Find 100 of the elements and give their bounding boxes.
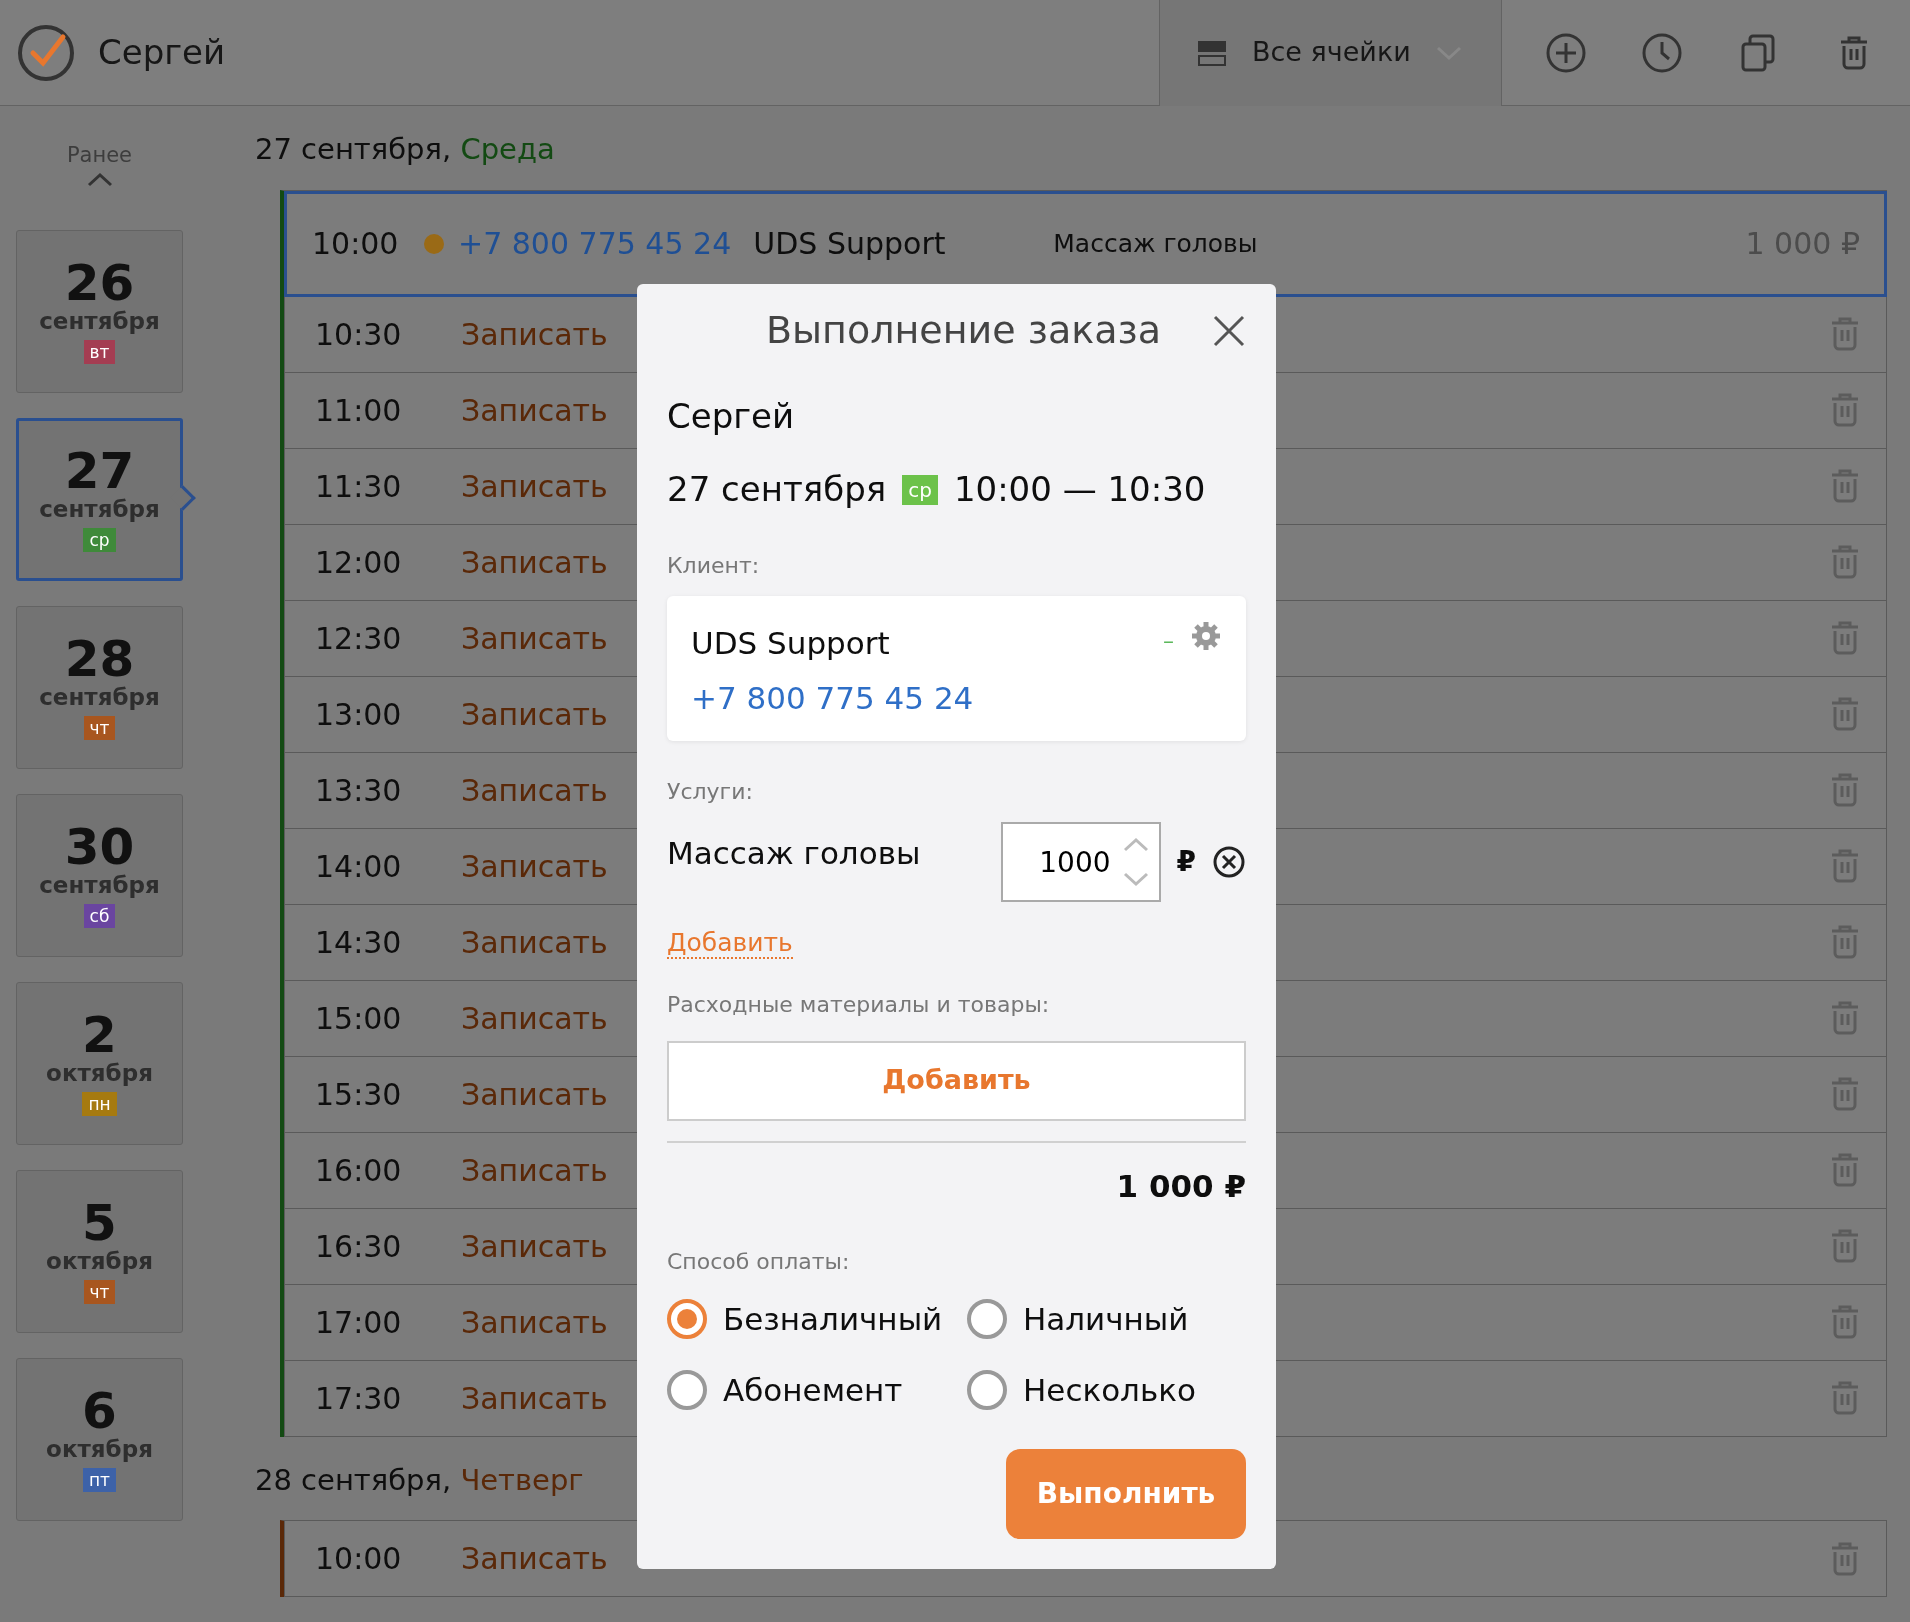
day-card[interactable]: 30 сентября сб xyxy=(16,793,183,957)
clock-icon[interactable] xyxy=(1641,31,1683,74)
day-card[interactable]: 28 сентября чт xyxy=(16,605,183,769)
day-number: 6 xyxy=(82,1386,117,1437)
day-number: 26 xyxy=(64,258,135,309)
time-label: 10:00 xyxy=(315,1540,403,1578)
time-label: 16:00 xyxy=(315,1151,403,1190)
book-link[interactable]: Записать xyxy=(461,1223,608,1269)
radio-label[interactable]: Несколько xyxy=(1023,1366,1196,1413)
month-label: сентября xyxy=(39,496,160,524)
plus-circle-icon[interactable] xyxy=(1545,31,1587,74)
day-card[interactable]: 26 сентября вт xyxy=(16,229,183,393)
close-icon[interactable] xyxy=(1212,313,1246,348)
time-label: 14:00 xyxy=(315,847,403,886)
book-link[interactable]: Записать xyxy=(461,995,608,1041)
phone-link[interactable]: +7 800 775 45 24 xyxy=(691,674,1222,721)
book-link[interactable]: Записать xyxy=(461,691,608,737)
day-number: 28 xyxy=(64,634,135,685)
radio-button[interactable] xyxy=(967,1299,1007,1340)
client-name: UDS Support xyxy=(691,624,891,663)
radio-label[interactable]: Безналичный xyxy=(723,1296,943,1343)
weekday-tag: ср xyxy=(902,474,938,505)
month-label: сентября xyxy=(39,308,160,336)
month-label: сентября xyxy=(39,684,160,712)
book-link[interactable]: Записать xyxy=(461,1071,608,1117)
time-label: 12:00 xyxy=(315,543,403,582)
remove-circle-icon[interactable] xyxy=(1212,845,1246,879)
day-card[interactable]: 6 октября пт xyxy=(16,1357,183,1521)
order-date: 27 сентября xyxy=(667,468,887,511)
time-label: 15:30 xyxy=(315,1075,403,1114)
book-link[interactable]: Записать xyxy=(461,767,608,813)
time-label: 16:30 xyxy=(315,1227,403,1266)
total-amount: 1 000 ₽ xyxy=(1116,1166,1246,1206)
weekday-heading: Четверг xyxy=(460,1462,584,1497)
logo-icon xyxy=(16,22,76,83)
day-card[interactable]: 5 октября чт xyxy=(16,1169,183,1333)
radio-button[interactable] xyxy=(667,1299,707,1340)
book-link[interactable]: Записать xyxy=(461,1375,608,1421)
time-label: 10:30 xyxy=(315,315,403,354)
book-link[interactable]: Записать xyxy=(461,1147,608,1193)
gear-icon[interactable] xyxy=(1190,620,1222,652)
user-name: Сергей xyxy=(98,31,226,74)
dialog-title: Выполнение заказа xyxy=(765,307,1162,354)
radio-button[interactable] xyxy=(667,1369,707,1410)
currency-sign: ₽ xyxy=(1176,844,1196,880)
weekday-tag: пт xyxy=(83,1467,116,1492)
radio-label[interactable]: Абонемент xyxy=(723,1366,903,1413)
book-link[interactable]: Записать xyxy=(461,919,608,965)
weekday-heading: Среда xyxy=(460,132,555,166)
time-label: 13:30 xyxy=(315,771,403,810)
add-material-button[interactable]: Добавить xyxy=(667,1040,1246,1121)
book-link[interactable]: Записать xyxy=(461,843,608,889)
time-label: 10:00 xyxy=(312,225,400,263)
price-field[interactable]: 1000 xyxy=(1000,822,1161,902)
order-time: 10:00 — 10:30 xyxy=(953,468,1206,511)
master-name: Сергей xyxy=(667,395,796,438)
section-label: Способ оплаты: xyxy=(667,1248,851,1276)
book-link[interactable]: Записать xyxy=(461,539,608,585)
radio-button[interactable] xyxy=(967,1369,1007,1410)
cells-filter-dropdown[interactable]: Все ячейки xyxy=(1159,0,1502,106)
weekday-tag: сб xyxy=(83,903,116,928)
radio-label[interactable]: Наличный xyxy=(1023,1296,1189,1343)
time-label: 17:30 xyxy=(315,1379,403,1418)
weekday-tag: чт xyxy=(83,1279,116,1304)
book-link[interactable]: Записать xyxy=(461,311,608,357)
book-link[interactable]: Записать xyxy=(461,1299,608,1345)
client-name: UDS Support xyxy=(753,225,947,263)
add-service-link[interactable]: Добавить xyxy=(667,928,793,959)
time-label: 13:00 xyxy=(315,695,403,734)
book-link[interactable]: Записать xyxy=(461,463,608,509)
service-name: Массаж головы xyxy=(1053,227,1258,260)
section-label: Услуги: xyxy=(667,778,754,806)
time-label: 17:00 xyxy=(315,1303,403,1342)
weekday-tag: пн xyxy=(82,1091,117,1116)
day-number: 27 xyxy=(64,446,135,497)
complete-button[interactable]: Выполнить xyxy=(1006,1449,1246,1539)
date-heading: 27 сентября, xyxy=(255,132,452,166)
month-label: сентября xyxy=(39,872,160,900)
section-label: Клиент: xyxy=(667,552,761,580)
chevron-up-icon[interactable] xyxy=(85,171,114,188)
weekday-tag: вт xyxy=(83,339,116,364)
date-heading: 28 сентября, xyxy=(255,1462,452,1497)
book-link[interactable]: Записать xyxy=(461,615,608,661)
time-label: 12:30 xyxy=(315,619,403,658)
month-label: октября xyxy=(46,1248,153,1276)
book-link[interactable]: Записать xyxy=(461,1536,608,1581)
book-link[interactable]: Записать xyxy=(461,387,608,433)
phone-link[interactable]: +7 800 775 45 24 xyxy=(458,221,732,266)
service-name: Массаж головы xyxy=(667,834,922,873)
balance-value: – xyxy=(1163,627,1174,655)
month-label: октября xyxy=(46,1436,153,1464)
time-label: 11:30 xyxy=(315,467,403,506)
day-number: 2 xyxy=(82,1010,117,1061)
day-number: 5 xyxy=(82,1198,117,1249)
day-card[interactable]: 2 октября пн xyxy=(16,981,183,1145)
day-number: 30 xyxy=(64,822,135,873)
weekday-tag: ср xyxy=(83,527,116,552)
earlier-link[interactable]: Ранее xyxy=(66,140,133,172)
time-label: 15:00 xyxy=(315,999,403,1038)
time-label: 14:30 xyxy=(315,923,403,962)
